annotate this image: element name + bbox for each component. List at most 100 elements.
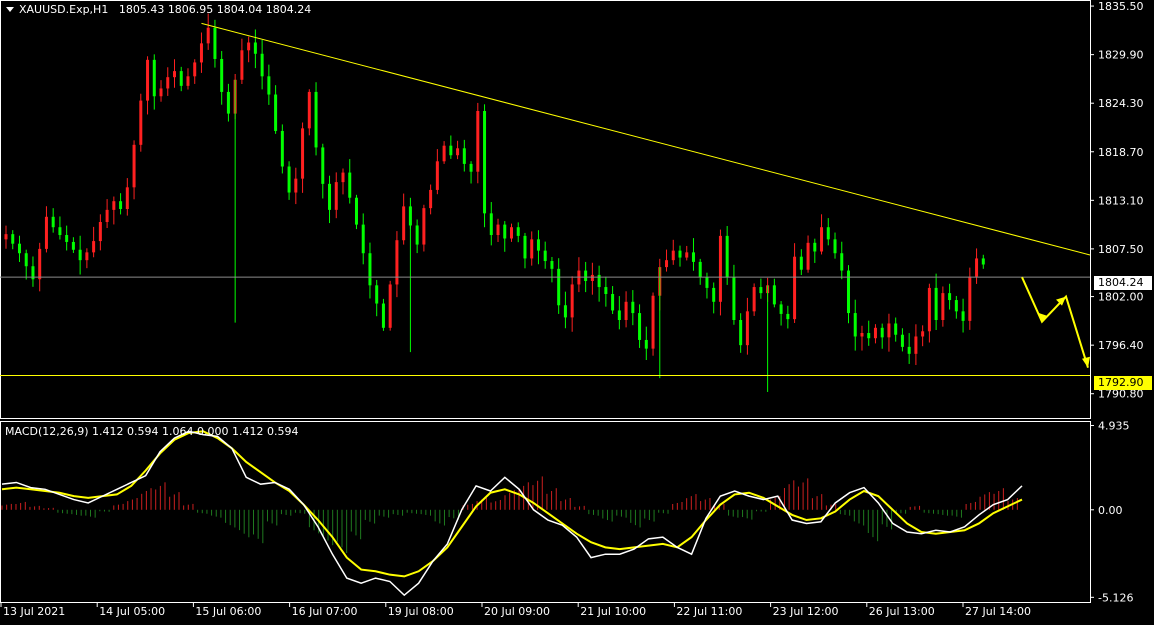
candle — [948, 283, 952, 310]
candle-body — [280, 130, 284, 167]
candle — [631, 290, 635, 326]
symbol-header[interactable]: XAUUSD.Exp,H1 1805.43 1806.95 1804.04 18… — [6, 3, 311, 16]
candle-body — [799, 256, 803, 270]
candle-body — [927, 287, 931, 332]
price-tick-label: 1813.10 — [1098, 194, 1144, 207]
candle-body — [718, 235, 722, 302]
candle — [449, 135, 453, 159]
candle — [368, 242, 372, 299]
candle — [725, 226, 729, 285]
candle — [462, 139, 466, 172]
time-tick-label: 21 Jul 10:00 — [580, 605, 646, 618]
candle-body — [590, 274, 594, 281]
candle-body — [449, 145, 453, 156]
candle-body — [307, 91, 311, 129]
candle-body — [341, 172, 345, 183]
candle — [820, 214, 824, 255]
candle — [341, 168, 345, 195]
candle-body — [752, 287, 756, 312]
candle — [698, 258, 702, 285]
candle-body — [247, 42, 251, 51]
candle — [38, 242, 42, 292]
candle — [85, 248, 89, 269]
candle-body — [206, 27, 210, 44]
candle-body — [146, 59, 150, 101]
price-tick-label: 1818.70 — [1098, 146, 1144, 159]
candle — [530, 231, 534, 266]
candle — [799, 249, 803, 276]
candle-body — [833, 239, 837, 254]
price-tick-label: 1824.30 — [1098, 97, 1144, 110]
candle — [179, 66, 183, 92]
macd-signal-line — [1, 430, 1023, 578]
candle — [921, 325, 925, 347]
candle — [907, 333, 911, 364]
candle-body — [159, 88, 163, 97]
candle — [469, 161, 473, 184]
candle-body — [813, 242, 817, 252]
resistance-trendline — [201, 22, 1091, 256]
candle-body — [395, 240, 399, 285]
candle-body — [907, 346, 911, 354]
chart-canvas[interactable]: 1835.50 1829.90 1824.30 1818.70 1813.10 1807.… — [0, 0, 1154, 621]
candle-body — [975, 258, 979, 277]
candle-body — [954, 300, 958, 312]
candle-body — [793, 256, 797, 320]
candle — [253, 29, 257, 69]
current-price-tag: 1804.24 — [1094, 276, 1152, 290]
candle — [173, 59, 176, 88]
candle — [199, 32, 203, 73]
candle — [206, 13, 210, 50]
candle — [536, 230, 540, 265]
candle-body — [705, 277, 709, 288]
candle-body — [92, 241, 96, 253]
candle-body — [516, 227, 520, 236]
candle-body — [806, 242, 810, 270]
candle — [651, 292, 655, 356]
candle — [139, 93, 143, 152]
dropdown-triangle-icon[interactable] — [6, 7, 14, 12]
candle-body — [503, 224, 507, 239]
candle — [732, 264, 736, 325]
candle-body — [550, 261, 554, 269]
candle — [105, 199, 109, 229]
candle — [348, 159, 352, 204]
price-tick-label: 1802.00 — [1098, 291, 1144, 304]
time-tick-label: 13 Jul 2021 — [3, 605, 65, 618]
candle — [240, 38, 244, 84]
candle-body — [334, 182, 338, 210]
candle — [941, 286, 945, 327]
candle-body — [469, 163, 473, 172]
forecast-arrowhead — [1082, 356, 1090, 368]
candle — [98, 214, 102, 251]
candle-body — [58, 227, 62, 236]
candle-body — [112, 201, 116, 210]
candle-body — [328, 183, 332, 210]
candle — [510, 223, 513, 242]
macd-tick-label: 0.00 — [1098, 504, 1123, 517]
candle-body — [981, 258, 985, 265]
candle-body — [745, 311, 749, 346]
candle-body — [900, 334, 904, 347]
candle-body — [51, 216, 55, 228]
candle — [860, 325, 864, 351]
candle-body — [388, 284, 392, 328]
candle-body — [665, 260, 669, 268]
candle-body — [354, 197, 358, 225]
candle-body — [698, 261, 702, 278]
candle — [516, 222, 520, 243]
support-price-tag: 1792.90 — [1094, 376, 1152, 390]
time-axis: 13 Jul 2021 14 Jul 05:00 15 Jul 06:00 16 Ju… — [0, 602, 1031, 618]
candle — [887, 313, 891, 352]
trading-chart[interactable]: 1835.50 1829.90 1824.30 1818.70 1813.10 1807.… — [0, 0, 1154, 621]
candle — [745, 297, 749, 355]
candle-body — [853, 313, 857, 337]
candle-body — [914, 336, 918, 354]
candle — [759, 278, 763, 299]
candle — [523, 232, 527, 269]
candle-body — [139, 100, 143, 145]
candle-body — [712, 287, 716, 302]
candle-body — [462, 148, 466, 164]
candle — [146, 56, 150, 115]
candle — [186, 68, 190, 90]
